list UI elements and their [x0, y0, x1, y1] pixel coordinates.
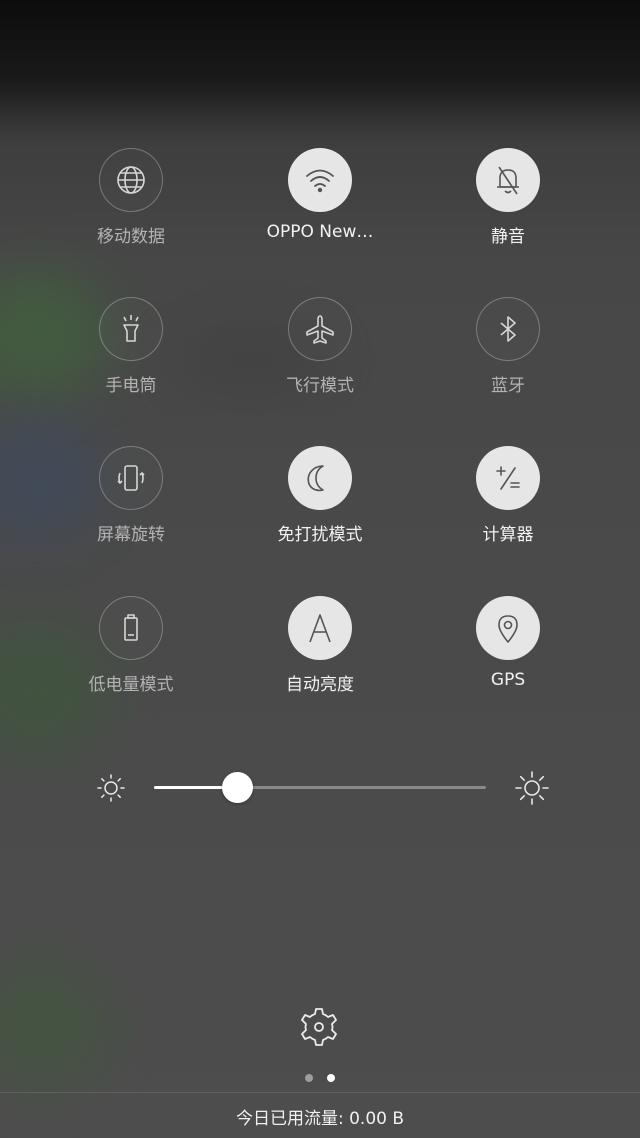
- toggle-gps[interactable]: GPS: [418, 596, 598, 716]
- toggle-label: OPPO New…: [266, 222, 374, 242]
- toggle-calculator[interactable]: 计算器: [418, 446, 598, 566]
- sun-bright-icon: [515, 771, 549, 805]
- airplane-icon: [288, 297, 352, 361]
- toggle-wifi[interactable]: OPPO New…: [230, 148, 410, 268]
- toggle-low-power-mode[interactable]: 低电量模式: [41, 596, 221, 716]
- data-usage-bar: 今日已用流量: 0.00 B: [0, 1092, 640, 1138]
- page-indicator: [0, 1074, 640, 1082]
- toggle-label: 低电量模式: [88, 675, 174, 695]
- battery-low-icon: [99, 596, 163, 660]
- brightness-slider[interactable]: [90, 766, 560, 810]
- toggle-label: 移动数据: [97, 227, 165, 247]
- sun-dim-icon: [97, 774, 125, 802]
- toggle-flashlight[interactable]: 手电筒: [41, 297, 221, 417]
- page-dot[interactable]: [305, 1074, 313, 1082]
- location-pin-icon: [476, 596, 540, 660]
- toggle-auto-brightness[interactable]: 自动亮度: [230, 596, 410, 716]
- data-usage-text: 今日已用流量: 0.00 B: [235, 1108, 405, 1129]
- calculator-icon: [476, 446, 540, 510]
- toggle-label: GPS: [490, 670, 526, 690]
- toggle-screen-rotation[interactable]: 屏幕旋转: [41, 446, 221, 566]
- toggle-bluetooth[interactable]: 蓝牙: [418, 297, 598, 417]
- toggle-label: 免打扰模式: [277, 525, 363, 545]
- toggle-airplane-mode[interactable]: 飞行模式: [230, 297, 410, 417]
- brightness-thumb[interactable]: [222, 772, 253, 803]
- toggle-label: 屏幕旋转: [97, 525, 165, 545]
- wifi-icon: [288, 148, 352, 212]
- toggle-silent[interactable]: 静音: [418, 148, 598, 268]
- screen-rotate-icon: [99, 446, 163, 510]
- brightness-track[interactable]: [154, 772, 486, 803]
- bluetooth-icon: [476, 297, 540, 361]
- toggle-label: 自动亮度: [286, 675, 354, 695]
- toggle-do-not-disturb[interactable]: 免打扰模式: [230, 446, 410, 566]
- flashlight-icon: [99, 297, 163, 361]
- globe-icon: [99, 148, 163, 212]
- toggle-label: 计算器: [482, 525, 534, 545]
- auto-brightness-icon: [288, 596, 352, 660]
- toggle-label: 飞行模式: [286, 376, 354, 396]
- toggle-label: 蓝牙: [491, 376, 525, 396]
- toggle-label: 手电筒: [105, 376, 157, 396]
- page-dot-active[interactable]: [327, 1074, 335, 1082]
- bell-muted-icon: [476, 148, 540, 212]
- toggle-mobile-data[interactable]: 移动数据: [41, 148, 221, 268]
- gear-icon[interactable]: [298, 1006, 340, 1048]
- quick-settings-grid: 移动数据 OPPO New… 静音 手电筒 飞行模式 蓝牙 屏幕旋转 免打扰模式…: [0, 0, 640, 720]
- toggle-label: 静音: [491, 227, 525, 247]
- moon-icon: [288, 446, 352, 510]
